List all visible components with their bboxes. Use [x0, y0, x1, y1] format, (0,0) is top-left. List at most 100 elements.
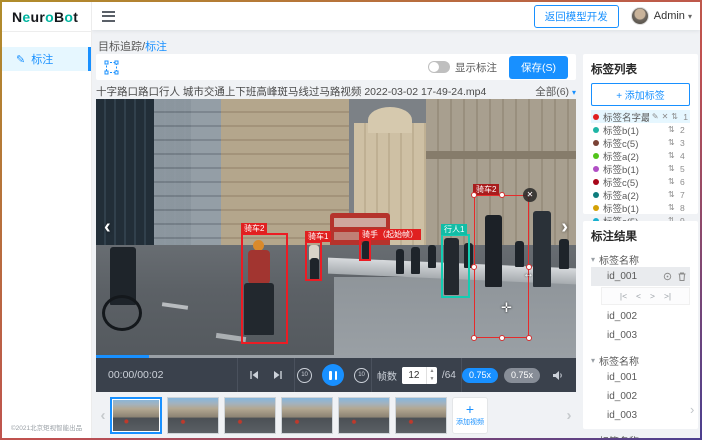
result-group-header[interactable]: ▸标签名称	[591, 433, 690, 438]
label-row[interactable]: 标签b(1)⇅8	[591, 201, 690, 214]
result-item[interactable]: id_001	[591, 368, 690, 387]
breadcrumb: 目标追踪/标注	[98, 38, 167, 54]
speed-pill-active[interactable]: 0.75x	[462, 368, 498, 383]
bbox-rider1[interactable]: 骑车1	[305, 241, 322, 281]
thumbnail-4[interactable]	[281, 397, 333, 434]
label-row[interactable]: 标签b(1)⇅2	[591, 123, 690, 136]
content-area: 目标追踪/标注 显示标注 保存(S) 十字路口路口行人 城市交通上下班高峰斑马线…	[92, 30, 700, 438]
bbox-pedestrian1[interactable]: 行人1	[441, 234, 470, 298]
sort-icon[interactable]: ⇅	[668, 190, 675, 199]
frame-step-down-icon[interactable]: ▼	[427, 375, 437, 384]
delete-box-icon[interactable]: ✕	[523, 188, 537, 202]
sort-icon[interactable]: ⇅	[671, 112, 678, 121]
delete-label-icon[interactable]: ✕	[662, 112, 669, 121]
player-controls: 00:00/00:02 10 10 帧数 ▲▼ /64	[96, 358, 576, 392]
rect-select-tool-icon[interactable]	[104, 60, 119, 75]
frame-step-up-icon[interactable]: ▲	[427, 367, 437, 376]
user-menu[interactable]: Admin ▾	[654, 10, 692, 22]
result-item[interactable]: id_003	[591, 406, 690, 425]
thumbnail-6[interactable]	[395, 397, 447, 434]
video-canvas[interactable]: ‹ › 骑车2 骑车1 骑手（起始帧） 行人1 骑车2 ✕ ✛ ↔	[96, 99, 576, 358]
avatar[interactable]	[631, 7, 649, 25]
last-page-icon[interactable]: >|	[664, 291, 671, 301]
label-row[interactable]: 标签c(5)⇅6	[591, 175, 690, 188]
sort-icon[interactable]: ⇅	[668, 125, 675, 134]
time-display: 00:00/00:02	[96, 358, 237, 392]
color-dot	[593, 140, 599, 146]
result-group-header[interactable]: ▾标签名称	[591, 252, 690, 267]
first-page-icon[interactable]: |<	[620, 291, 627, 301]
label-row[interactable]: 标签c(5)⇅3	[591, 136, 690, 149]
resize-handle[interactable]	[471, 264, 477, 270]
bbox-label: 骑车2	[241, 223, 267, 234]
sort-icon[interactable]: ⇅	[668, 203, 675, 212]
trash-icon[interactable]	[678, 272, 686, 281]
next-video-chevron[interactable]: ›	[561, 217, 568, 237]
volume-icon[interactable]	[552, 370, 564, 381]
resize-handle[interactable]	[471, 335, 477, 341]
resize-handle[interactable]	[471, 192, 477, 198]
app-logo: NeuroBot	[2, 2, 91, 32]
thumbnail-2[interactable]	[167, 397, 219, 434]
label-row[interactable]: 标签名字最长数...✎✕⇅1	[591, 110, 690, 123]
forward-10-icon[interactable]: 10	[354, 368, 369, 383]
thumbs-next-chevron[interactable]: ›	[562, 407, 576, 424]
bbox-selected[interactable]: 骑车2 ✕ ✛ ↔	[474, 195, 529, 338]
sort-icon[interactable]: ⇅	[668, 164, 675, 173]
app-window: NeuroBot ✎ 标注 ©2021北京矩视智能出品 返回模型开发 Admin…	[2, 2, 700, 438]
bbox-rider-startframe[interactable]: 骑手（起始帧）	[359, 239, 371, 261]
frame-number-input[interactable]	[402, 367, 426, 384]
next-frame-icon[interactable]	[273, 370, 283, 380]
sort-icon[interactable]: ⇅	[668, 177, 675, 186]
color-dot	[593, 205, 599, 211]
resize-horizontal-icon[interactable]: ↔	[523, 268, 534, 280]
result-item[interactable]: id_003	[591, 326, 690, 345]
collapse-menu-icon[interactable]	[102, 11, 115, 22]
prev-frame-icon[interactable]	[249, 370, 259, 380]
label-row[interactable]: 标签a(2)⇅4	[591, 149, 690, 162]
video-title-row: 十字路口路口行人 城市交通上下班高峰斑马线过马路视频 2022-03-02 17…	[96, 84, 576, 99]
video-progress-bar[interactable]	[96, 355, 576, 358]
add-video-button[interactable]: + 添加视频	[452, 397, 488, 434]
sidebar-item-annotate[interactable]: ✎ 标注	[2, 47, 91, 71]
show-annotation-toggle[interactable]	[428, 61, 450, 73]
back-to-model-dev-button[interactable]: 返回模型开发	[534, 5, 619, 28]
locate-icon[interactable]	[663, 272, 672, 281]
bbox-rider2[interactable]: 骑车2	[241, 233, 288, 344]
replay-10-icon[interactable]: 10	[297, 368, 312, 383]
result-item[interactable]: id_002	[591, 307, 690, 326]
bbox-label: 骑车1	[305, 231, 331, 242]
color-dot	[593, 114, 599, 120]
result-item-selected[interactable]: id_001	[591, 267, 690, 286]
next-page-icon[interactable]: >	[650, 291, 655, 301]
add-label-button[interactable]: + 添加标签	[591, 83, 690, 106]
prev-video-chevron[interactable]: ‹	[104, 217, 111, 237]
thumbnail-3[interactable]	[224, 397, 276, 434]
result-group-header[interactable]: ▾标签名称	[591, 353, 690, 368]
breadcrumb-parent[interactable]: 目标追踪	[98, 41, 142, 53]
prev-page-icon[interactable]: <	[636, 291, 641, 301]
panel-scroll-chevron[interactable]: ›	[690, 402, 694, 417]
speed-pill-secondary[interactable]: 0.75x	[504, 368, 540, 383]
resize-handle[interactable]	[499, 335, 505, 341]
sort-icon[interactable]: ⇅	[668, 138, 675, 147]
resize-handle[interactable]	[499, 192, 505, 198]
result-item[interactable]: id_002	[591, 387, 690, 406]
label-row[interactable]: 标签a(2)⇅7	[591, 188, 690, 201]
breadcrumb-current[interactable]: 标注	[145, 41, 167, 53]
pause-button[interactable]	[322, 364, 344, 386]
edit-label-icon[interactable]: ✎	[652, 112, 659, 121]
save-button[interactable]: 保存(S)	[509, 56, 568, 79]
label-row[interactable]: 标签b(1)⇅5	[591, 162, 690, 175]
thumbnail-1[interactable]	[110, 397, 162, 434]
move-box-icon[interactable]: ✛	[501, 300, 512, 316]
annotation-toolbar: 显示标注 保存(S)	[96, 54, 576, 80]
sidebar-item-label: 标注	[31, 51, 53, 67]
progress-fill	[96, 355, 149, 358]
label-filter-dropdown[interactable]: 全部(6) ▾	[535, 84, 576, 99]
chevron-down-icon: ▾	[572, 88, 576, 97]
thumbs-prev-chevron[interactable]: ‹	[96, 407, 110, 424]
thumbnail-5[interactable]	[338, 397, 390, 434]
sort-icon[interactable]: ⇅	[668, 151, 675, 160]
resize-handle[interactable]	[526, 335, 532, 341]
